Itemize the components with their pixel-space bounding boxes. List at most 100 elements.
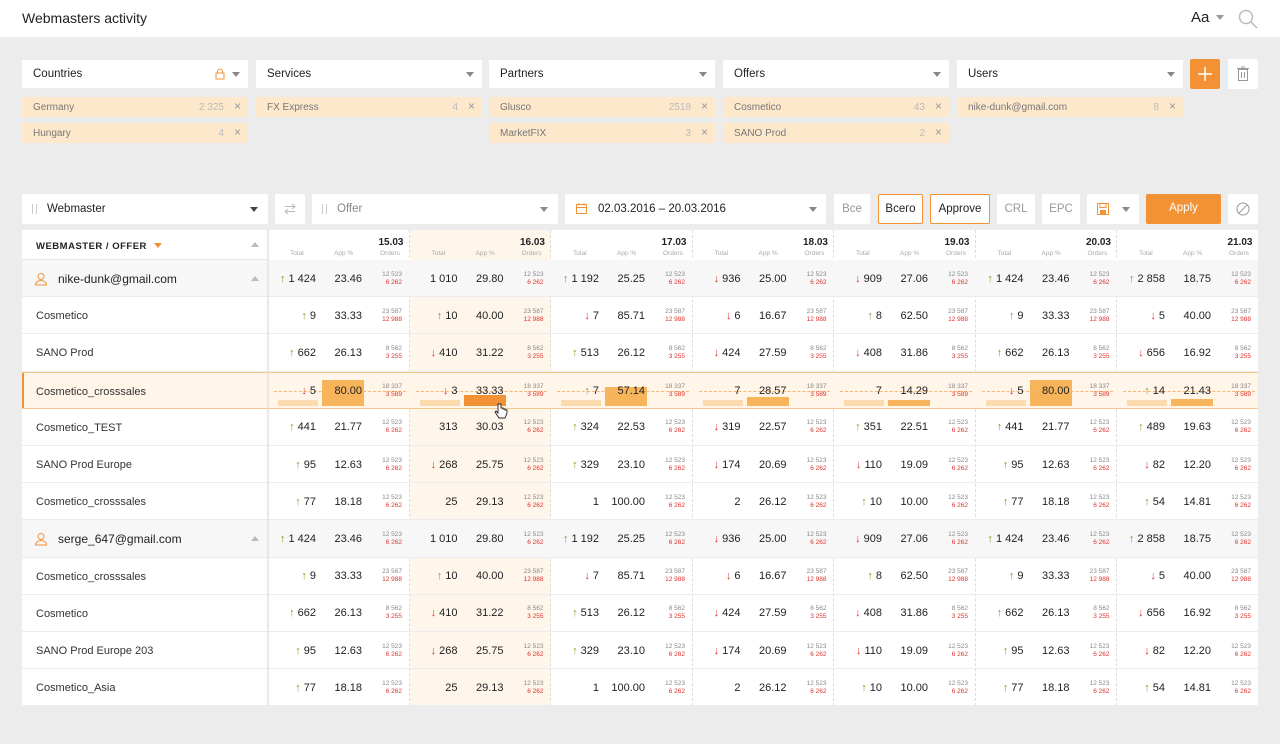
orders-approved: 6 262 [810, 464, 827, 472]
row-label: Cosmetico [36, 607, 88, 620]
filter-1-select[interactable]: Services [256, 60, 482, 88]
offer-row[interactable]: Cosmetico_crosssales ↑ 77 18.18 12 523 6 262… [22, 483, 1258, 521]
column-date-header[interactable]: 18.03 [803, 237, 828, 248]
offer-row[interactable]: Cosmetico_Asia ↑ 77 18.18 12 523 6 262 25 29.1… [22, 669, 1258, 706]
filter-4-select[interactable]: Users [957, 60, 1183, 88]
close-icon[interactable]: × [935, 99, 942, 113]
filter-2-select[interactable]: Partners [489, 60, 715, 88]
drag-handle-icon[interactable] [32, 204, 37, 214]
close-icon[interactable]: × [234, 99, 241, 113]
offer-row[interactable]: SANO Prod ↑ 662 26.13 8 562 3 255 ↓ 410 31.22 8… [22, 334, 1258, 372]
total-bar [278, 399, 318, 406]
total-number: 408 [863, 346, 882, 359]
filter-label: Users [968, 68, 999, 80]
total-number: 14 [1152, 385, 1165, 398]
orders-approved: 6 262 [1234, 538, 1251, 546]
orders-approved: 6 262 [385, 538, 402, 546]
total-value: ↑ 513 [572, 607, 599, 619]
arrow-up-icon: ↑ [1002, 458, 1012, 471]
arrow-down-icon: ↓ [713, 607, 723, 620]
swap-groups-button[interactable] [275, 194, 305, 224]
close-icon[interactable]: × [1169, 99, 1176, 113]
approval-percent: 40.00 [475, 309, 504, 322]
arrow-down-icon: ↓ [713, 421, 723, 434]
orders-approved: 3 255 [668, 352, 685, 360]
orders-total: 8 562 [1093, 344, 1110, 352]
total-number: 5 [309, 385, 316, 398]
filter-3-select[interactable]: Offers [723, 60, 949, 88]
orders-approved: 3 255 [1093, 352, 1110, 360]
total-number: 656 [1146, 346, 1165, 359]
date-range-picker[interactable]: 02.03.2016 – 20.03.2016 [565, 194, 826, 224]
add-filter-button[interactable] [1190, 59, 1220, 89]
column-date-header[interactable]: 19.03 [944, 237, 969, 248]
sort-desc-icon[interactable] [154, 243, 162, 248]
webmaster-row[interactable]: serge_647@gmail.com ↑ 1 424 23.46 12 523 6 2… [22, 520, 1258, 558]
close-icon[interactable]: × [701, 125, 708, 139]
total-value: ↑ 324 [572, 421, 599, 433]
total-bar [702, 399, 743, 406]
orders-approved: 3 589 [1093, 391, 1110, 399]
total-value: ↑ 95 [1003, 459, 1024, 471]
offer-row[interactable]: Cosmetico ↑ 9 33.33 23 587 12 988 ↑ 10 40.00 23… [22, 297, 1258, 335]
group-by-secondary-select[interactable]: Offer [312, 194, 558, 224]
approval-percent: 27.06 [900, 532, 928, 545]
approval-percent: 25.75 [475, 644, 504, 657]
group-by-primary-select[interactable]: Webmaster [22, 194, 268, 224]
approval-percent: 23.10 [617, 644, 645, 657]
orders-total: 12 523 [1089, 419, 1110, 427]
total-value: ↓ 909 [855, 533, 882, 545]
offer-row[interactable]: Cosmetico_TEST ↑ 441 21.77 12 523 6 262 313 30… [22, 409, 1258, 446]
all-button[interactable]: Все [834, 194, 870, 224]
column-title: WEBMASTER / OFFER [36, 241, 147, 252]
collapse-group-icon[interactable] [251, 276, 259, 281]
column-date-header[interactable]: 20.03 [1086, 237, 1111, 248]
offer-row[interactable]: Cosmetico ↑ 662 26.13 8 562 3 255 ↓ 410 31.22 8… [22, 595, 1258, 632]
approve-button[interactable]: Approve [930, 194, 990, 224]
total-value: ↑ 662 [289, 607, 316, 619]
lock-icon[interactable] [215, 68, 225, 80]
crl-button[interactable]: CRL [997, 194, 1035, 224]
reset-button[interactable] [1228, 194, 1258, 224]
webmaster-row[interactable]: nike-dunk@gmail.com ↑ 1 424 23.46 12 523 6 2… [22, 260, 1258, 298]
total-button[interactable]: Всего [878, 194, 923, 224]
chevron-down-icon[interactable] [1216, 15, 1224, 20]
orders-total: 12 523 [382, 679, 402, 687]
total-number: 174 [722, 458, 741, 471]
close-icon[interactable]: × [468, 99, 475, 113]
offer-row[interactable]: Cosmetico_crosssales ↑ 9 33.33 23 587 12 988… [22, 558, 1258, 595]
chip-count: 43 [913, 102, 925, 113]
arrow-up-icon: ↑ [1144, 681, 1153, 694]
arrow-down-icon: ↓ [855, 532, 864, 545]
orders-total: 12 523 [523, 419, 544, 427]
close-icon[interactable]: × [935, 125, 942, 139]
collapse-group-icon[interactable] [251, 536, 259, 542]
column-date-header[interactable]: 17.03 [661, 237, 686, 248]
clear-filters-button[interactable] [1228, 59, 1258, 89]
filter-0-select[interactable]: Countries [22, 60, 248, 88]
epc-button[interactable]: EPC [1042, 194, 1080, 224]
arrow-down-icon: ↓ [1138, 607, 1147, 620]
orders-total: 8 562 [527, 605, 544, 613]
column-date-header[interactable]: 21.03 [1227, 237, 1252, 248]
chevron-down-icon [1122, 207, 1130, 212]
offer-row[interactable]: SANO Prod Europe 203 ↑ 95 12.63 12 523 6 262… [22, 632, 1258, 670]
collapse-all-icon[interactable] [251, 242, 259, 247]
column-date-header[interactable]: 15.03 [378, 237, 403, 248]
apply-button[interactable]: Apply [1146, 194, 1221, 224]
orders-approved: 6 262 [810, 650, 827, 658]
offer-row[interactable]: SANO Prod Europe ↑ 95 12.63 12 523 6 262 ↓ 26… [22, 446, 1258, 484]
total-number: 936 [722, 272, 741, 285]
arrow-down-icon: ↓ [855, 607, 864, 620]
close-icon[interactable]: × [234, 125, 241, 139]
search-icon[interactable] [1238, 9, 1258, 29]
offer-row[interactable]: Cosmetico_crosssales ↓ 5 80.00 18 337 3 589 ↓… [22, 371, 1258, 409]
column-date-header[interactable]: 16.03 [520, 237, 545, 248]
drag-handle-icon[interactable] [322, 204, 327, 214]
orders-approved: 6 262 [951, 501, 968, 509]
arrow-down-icon: ↓ [1144, 644, 1153, 657]
save-preset-button[interactable] [1087, 194, 1139, 224]
close-icon[interactable]: × [701, 99, 708, 113]
arrow-up-icon: ↑ [436, 570, 446, 583]
font-size-button[interactable]: Aa [1191, 9, 1209, 26]
